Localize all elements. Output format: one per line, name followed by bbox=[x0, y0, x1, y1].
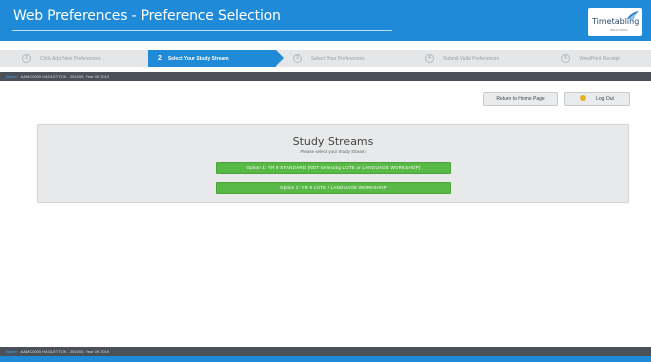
step-number: 5 bbox=[561, 54, 570, 63]
step-4: 4 Submit Valid Preferences bbox=[425, 50, 499, 67]
return-home-button[interactable]: Return to Home Page bbox=[483, 92, 558, 106]
panel-subheading: Please select your Study Stream bbox=[300, 149, 366, 154]
student-info-value: AAMC0000 HAGLETTOK - 201000, Year 09 201… bbox=[20, 74, 110, 79]
log-out-label: Log Out bbox=[596, 96, 614, 102]
log-out-button[interactable]: Log Out bbox=[564, 92, 630, 106]
step-number: 4 bbox=[425, 54, 434, 63]
footer-info-label: Name: bbox=[6, 349, 18, 354]
student-info-label: Name: bbox=[6, 74, 18, 79]
step-label: Submit Valid Preferences bbox=[443, 55, 500, 62]
step-label: Click Add New Preferences bbox=[40, 55, 101, 62]
title-divider bbox=[12, 30, 392, 31]
step-number: 2 bbox=[158, 55, 162, 62]
app-header: Web Preferences - Preference Selection T… bbox=[0, 0, 651, 41]
timetabling-logo: Timetabling SOLUTIONS bbox=[588, 8, 642, 36]
student-info-bar: Name: AAMC0000 HAGLETTOK - 201000, Year … bbox=[0, 72, 651, 81]
step-2-active: 2 Select Your Study Stream bbox=[148, 50, 276, 67]
study-streams-panel: Study Streams Please select your Study S… bbox=[37, 124, 629, 203]
step-label: View/Print Receipt bbox=[579, 55, 620, 62]
step-1: 1 Click Add New Preferences bbox=[22, 50, 101, 67]
step-number: 1 bbox=[22, 54, 31, 63]
step-number: 3 bbox=[293, 54, 302, 63]
logo-bird-icon bbox=[627, 11, 639, 22]
step-label: Select Your Preferences bbox=[311, 55, 365, 62]
logo-subtext: SOLUTIONS bbox=[610, 28, 628, 32]
footer-info-bar: Name: AAMC0000 HAGLETTOK - 201000, Year … bbox=[0, 347, 651, 356]
step-5: 5 View/Print Receipt bbox=[561, 50, 620, 67]
step-3: 3 Select Your Preferences bbox=[293, 50, 365, 67]
steps-bar: 1 Click Add New Preferences 2 Select You… bbox=[0, 50, 651, 67]
logout-icon bbox=[580, 95, 587, 102]
option-2-button[interactable]: Option 2: YR 9 LOTE / LANGUAGE WORKSHOP bbox=[216, 182, 451, 194]
footer-accent-bar bbox=[0, 356, 651, 362]
active-step-arrow bbox=[276, 50, 284, 66]
step-label: Select Your Study Stream bbox=[167, 55, 229, 62]
panel-heading: Study Streams bbox=[292, 135, 374, 148]
option-1-button[interactable]: Option 1: YR 9 STANDARD (NOT Selecting L… bbox=[216, 162, 451, 174]
footer-info-value: AAMC0000 HAGLETTOK - 201000, Year 09 201… bbox=[20, 349, 110, 354]
page-title: Web Preferences - Preference Selection bbox=[13, 8, 281, 24]
